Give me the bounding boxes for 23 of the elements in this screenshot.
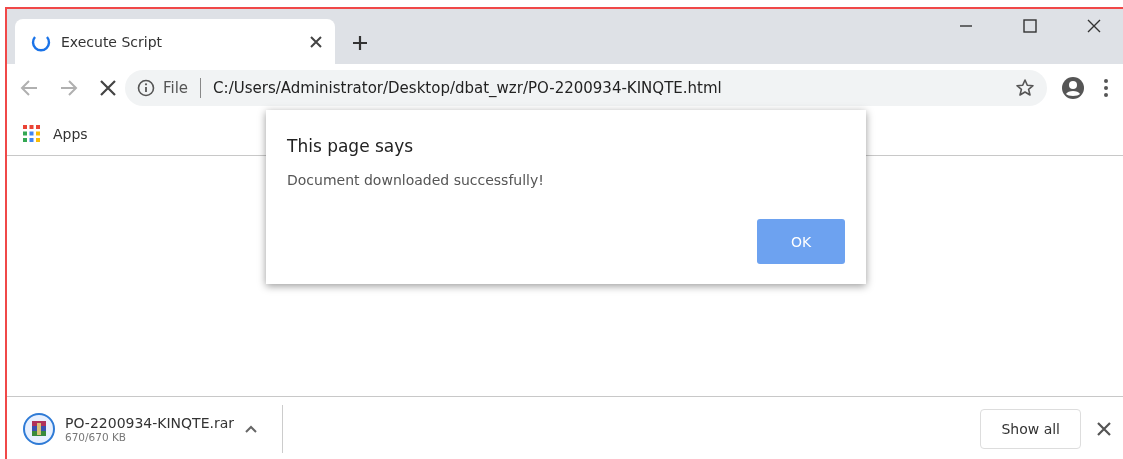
- browser-tab[interactable]: Execute Script: [15, 19, 335, 64]
- bookmark-link[interactable]: Apps: [53, 125, 88, 142]
- address-bar[interactable]: File C:/Users/Administrator/Desktop/dbat_wzr/PO-2200934-KINQTE.html: [125, 70, 1047, 106]
- new-tab-icon[interactable]: [351, 34, 369, 52]
- menu-icon[interactable]: [1103, 78, 1109, 98]
- close-icon[interactable]: [309, 34, 323, 49]
- chevron-up-icon[interactable]: [244, 424, 259, 434]
- account-icon[interactable]: [1061, 76, 1085, 100]
- url-text: C:/Users/Administrator/Desktop/dbat_wzr/PO-2200934-KINQTE.html: [213, 79, 723, 97]
- maximize-icon[interactable]: [1023, 19, 1037, 33]
- apps-grid-icon[interactable]: [23, 124, 41, 143]
- stop-loading-icon[interactable]: [99, 79, 117, 97]
- dialog-message: Document downloaded successfully!: [287, 172, 544, 188]
- site-label: File: [163, 79, 189, 97]
- close-icon[interactable]: [1087, 19, 1101, 33]
- tab-title: Execute Script: [61, 33, 164, 50]
- dialog-title: This page says: [287, 136, 414, 156]
- star-icon[interactable]: [1015, 78, 1035, 98]
- download-filename[interactable]: PO-2200934-KINQTE.rar: [65, 415, 235, 431]
- close-icon[interactable]: [1097, 422, 1111, 436]
- show-all-button[interactable]: Show all: [980, 409, 1081, 449]
- archive-file-icon: [23, 413, 55, 445]
- info-icon[interactable]: [137, 79, 155, 97]
